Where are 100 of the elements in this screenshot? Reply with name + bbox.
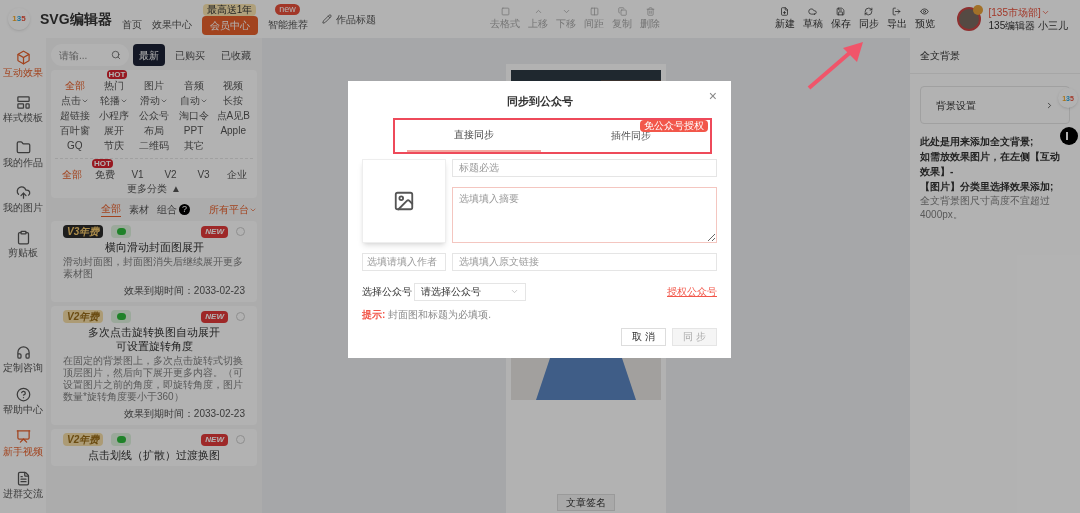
chevron-down-icon [510,287,519,296]
close-button[interactable]: × [708,89,717,103]
level-item[interactable]: 免费 [94,168,115,182]
dialog-button[interactable]: 取 消 [621,327,667,346]
search-field[interactable]: 请输... [51,44,129,66]
account-label: 选择公众号 [362,285,412,299]
category-item[interactable]: 淘口令 [178,109,209,123]
category-item[interactable]: 小程序 [99,109,130,123]
dialog-tab[interactable]: 直接同步 [407,119,541,152]
card-title: 横向滑动封面图展开 [104,240,204,254]
sidebar-item[interactable]: 新手视频 [3,429,43,459]
size-hint: 全文背景图尺寸高度不宜超过4000px。 [919,194,1051,222]
category-item[interactable]: 节庆 [104,139,125,153]
image-icon [393,189,415,212]
toolbar-button[interactable]: 保存 [830,7,851,31]
authorize-link[interactable]: 授权公众号 [667,284,717,299]
chevron-down-icon [1040,8,1050,17]
toolbar-button[interactable]: 导出 [886,7,907,31]
note-text: 【图片】分类里选择效果添加; [920,180,1055,194]
level-item[interactable]: V3 [197,168,210,182]
app-title: SVG编辑器 [40,9,112,29]
category-item[interactable]: 自动 [179,94,208,108]
signature-button[interactable]: 文章签名 [557,494,615,511]
level-item[interactable]: 企业 [226,168,247,182]
category-item[interactable]: 全部 [64,79,85,93]
sidebar-item[interactable]: 进群交流 [3,471,43,501]
new-badge: new [275,4,300,15]
cube-icon [15,50,31,65]
cloud-icon [808,7,817,16]
toolbar-button[interactable]: 新建 [774,7,795,31]
title-field[interactable]: 作品标题 [321,11,376,27]
sidebar-item[interactable]: 互动效果 [3,50,43,80]
filter-tab[interactable]: 已购买 [169,44,211,66]
logo[interactable]: 135 [8,8,30,30]
level-item[interactable]: 全部 [61,168,82,182]
category-item[interactable]: Apple [220,124,246,138]
effect-card[interactable]: V3年费 NEW 横向滑动封面图展开 滑动封面图，封面图消失后继续展开更多素材图 效果到期时间：2033-02-23 [51,221,257,302]
link-input[interactable]: 选填填入原文链接 [452,252,717,271]
required-hint: 提示: 封面图和标题为必填项. [362,307,492,322]
effect-card[interactable]: V2年费 NEW 多次点击旋转换图自动展开 可设置旋转角度 在固定的背景图上，多次点击旋转式切换顶层图片，然后向下展开更多内容。（可设置图片之前的角度，即旋转角度，图片数量*旋转角度要小于360） 效果到期时间：2033-02-23 [51,306,257,425]
sub-tab[interactable]: 全部 [101,202,121,217]
sub-tab[interactable]: 素材 [129,202,149,217]
filter-tab[interactable]: 已收藏 [215,44,257,66]
sidebar-item[interactable]: 我的图片 [3,185,43,215]
columns-icon [589,7,599,16]
export-icon [892,7,901,16]
category-item[interactable]: 点击 [60,94,89,108]
nav-link[interactable]: 首页 [121,15,142,35]
user-name: 135编辑器 小三儿 [988,19,1068,32]
category-item[interactable]: 视频 [223,79,244,93]
sidebar-item[interactable]: 定制咨询 [3,345,43,375]
avatar[interactable] [956,7,981,31]
category-item[interactable]: GQ [67,139,83,153]
card-description: 滑动封面图，封面图消失后继续展开更多素材图 [63,256,244,280]
category-item[interactable]: PPT [183,124,204,138]
category-item[interactable]: 布局 [144,124,164,138]
more-categories[interactable]: 更多分类 ▲ [127,182,181,195]
category-item[interactable]: 音频 [183,79,204,93]
new-badge: NEW [201,310,228,323]
toolbar-button[interactable]: 预览 [914,7,935,31]
category-item[interactable]: 热门 [104,79,125,93]
expiry-date: 效果到期时间：2033-02-23 [122,407,245,421]
toolbar-button[interactable]: 草稿 [802,7,823,31]
category-item[interactable]: 长按 [223,94,244,108]
eye-icon [920,7,929,16]
member-center-button[interactable]: 会员中心 [201,15,258,35]
cover-upload[interactable] [362,158,446,243]
nav-link[interactable]: 效果中心 [151,15,192,35]
sidebar-item[interactable]: 我的作品 [3,140,43,170]
author-input[interactable]: 选填请填入作者 [362,252,446,271]
team-dropdown[interactable]: [135市场部] [988,6,1068,19]
category-item[interactable]: 图片 [144,79,164,93]
trash-icon [645,7,655,16]
level-item[interactable]: V1 [131,168,144,182]
annotation-arrow [805,40,865,92]
sidebar-item[interactable]: 帮助中心 [3,387,43,417]
category-item[interactable]: 滑动 [140,94,168,108]
category-item[interactable]: 二维码 [139,139,169,153]
effect-card[interactable]: V2年费 NEW 点击划线（扩散）过渡换图 [51,429,257,466]
panel-title: 全文背景 [910,38,1080,74]
category-item[interactable]: 百叶窗 [59,124,90,138]
category-item[interactable]: 点A见B [216,109,250,123]
sidebar-item[interactable]: 样式模板 [3,95,43,125]
title-input[interactable]: 标题必选 [452,158,717,177]
account-select[interactable]: 请选择公众号 [414,282,526,301]
filter-tab[interactable]: 最新 [133,44,165,66]
summary-input[interactable]: 选填填入摘要 [452,186,717,243]
level-item[interactable]: V2 [164,168,177,182]
category-item[interactable]: 轮播 [100,94,129,108]
category-item[interactable]: 展开 [104,124,125,138]
category-item[interactable]: 公众号 [139,109,169,123]
chevron-up-icon [533,7,543,16]
sub-tab[interactable]: 组合 [157,202,177,217]
help-icon: ? [179,204,190,215]
nav-link[interactable]: 智能推荐 [267,15,308,35]
platform-dropdown[interactable]: 所有平台 [209,202,257,217]
toolbar-button[interactable]: 同步 [858,7,879,31]
category-item[interactable]: 超链接 [59,109,90,123]
sidebar-item[interactable]: 剪贴板 [8,230,38,260]
category-item[interactable]: 其它 [183,139,204,153]
